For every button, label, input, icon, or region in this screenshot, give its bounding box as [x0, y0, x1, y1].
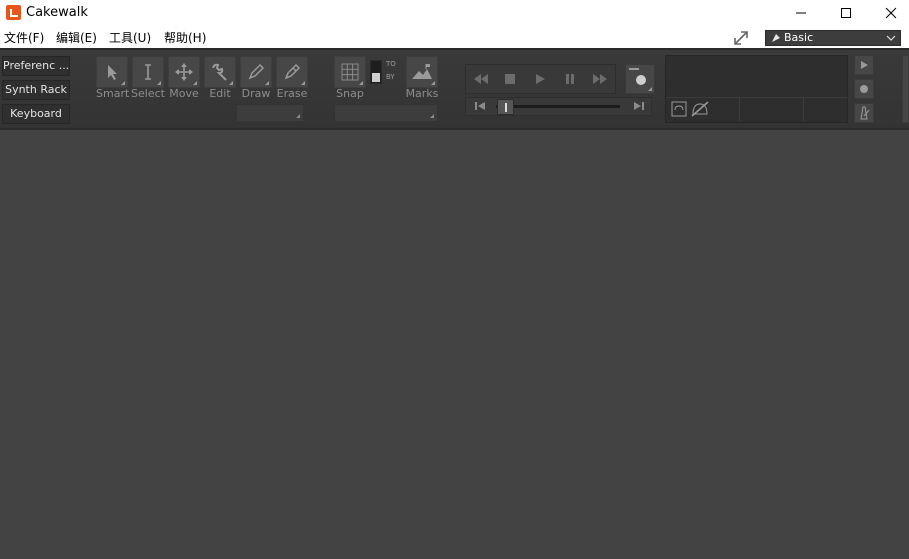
tool-label-erase: Erase [276, 87, 308, 100]
minimize-button[interactable] [778, 0, 824, 26]
erase-tool-button[interactable] [276, 56, 308, 88]
eraser-icon [284, 63, 301, 80]
display-divider [803, 97, 804, 121]
pencil-icon [248, 63, 265, 80]
maximize-icon [841, 8, 851, 18]
snap-button[interactable] [334, 56, 366, 88]
menu-edit[interactable]: 编辑(E) [56, 29, 97, 46]
snap-mode-toggle[interactable] [370, 60, 382, 84]
fast-forward-button[interactable] [586, 65, 614, 93]
tool-options-dropdown[interactable] [236, 104, 304, 122]
tool-label-edit: Edit [209, 87, 231, 100]
snap-toggle-thumb [372, 73, 380, 82]
go-to-end-icon[interactable] [633, 101, 645, 111]
now-time-slider-thumb[interactable] [497, 99, 514, 115]
record-button[interactable] [625, 64, 655, 94]
marker-flag-icon [412, 64, 432, 79]
play-small-button[interactable] [854, 55, 874, 75]
snap-label: Snap [336, 87, 364, 100]
now-time-slider-track[interactable] [496, 105, 620, 108]
record-icon [629, 68, 652, 91]
metronome-button[interactable] [854, 103, 874, 123]
tool-label-draw: Draw [241, 87, 271, 100]
play-small-icon [861, 61, 868, 69]
rewind-icon [474, 74, 488, 84]
snap-resolution-dropdown[interactable] [334, 104, 438, 122]
menu-help[interactable]: 帮助(H) [164, 29, 206, 46]
move-arrows-icon [175, 63, 193, 81]
minimize-icon [796, 12, 806, 14]
record-small-button[interactable] [854, 79, 874, 99]
workspace-icon [772, 34, 780, 42]
title-bar: Cakewalk [0, 0, 909, 26]
keyboard-button[interactable]: Keyboard [2, 104, 70, 124]
snap-by-label: BY [386, 73, 395, 81]
tool-label-move: Move [169, 87, 199, 100]
menu-tools[interactable]: 工具(U) [109, 29, 151, 46]
window-title: Cakewalk [26, 5, 88, 20]
punch-disabled-icon[interactable] [690, 100, 710, 118]
smart-tool-button[interactable] [96, 56, 128, 88]
edit-tool-button[interactable] [204, 56, 236, 88]
pause-icon [566, 74, 574, 84]
snap-to-label: TO [386, 60, 396, 68]
play-icon [536, 74, 545, 84]
draw-tool-button[interactable] [240, 56, 272, 88]
expand-icon[interactable] [732, 29, 750, 47]
arrow-cursor-icon [108, 65, 117, 80]
stop-button[interactable] [496, 65, 524, 93]
stop-icon [505, 74, 515, 84]
workspace-selected-value: Basic [784, 31, 814, 44]
fast-forward-icon [593, 74, 607, 84]
rewind-button[interactable] [467, 65, 495, 93]
chevron-down-icon [886, 35, 896, 41]
loop-icon[interactable] [671, 101, 687, 117]
close-button[interactable] [868, 0, 909, 26]
tool-label-select: Select [131, 87, 165, 100]
main-workspace [0, 130, 909, 559]
close-icon [885, 7, 897, 19]
metronome-icon [860, 106, 870, 120]
select-tool-button[interactable] [132, 56, 164, 88]
preferences-button[interactable]: Preferenc ... [2, 56, 70, 76]
marks-label: Marks [405, 87, 439, 100]
display-divider [739, 97, 740, 121]
workspace-dropdown[interactable]: Basic [765, 30, 901, 46]
ibeam-icon [145, 64, 151, 80]
wrench-icon [212, 63, 227, 81]
go-to-start-icon[interactable] [474, 101, 486, 111]
marks-button[interactable] [406, 56, 438, 88]
maximize-button[interactable] [823, 0, 869, 26]
record-small-icon [860, 85, 868, 93]
move-tool-button[interactable] [168, 56, 200, 88]
tool-label-smart: Smart [96, 87, 130, 100]
synth-rack-button[interactable]: Synth Rack [2, 80, 70, 100]
pause-button[interactable] [556, 65, 584, 93]
toolbar-overflow-edge [902, 55, 909, 123]
play-button[interactable] [526, 65, 554, 93]
grid-icon [341, 63, 359, 81]
menu-file[interactable]: 文件(F) [4, 29, 44, 46]
cakewalk-logo-icon [6, 5, 21, 20]
